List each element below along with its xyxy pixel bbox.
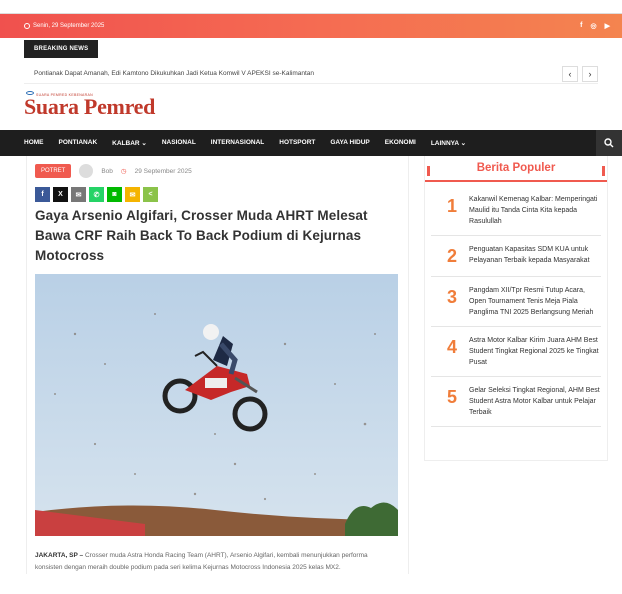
share-icon[interactable]: < (143, 187, 158, 202)
email-icon[interactable]: ✉ (71, 187, 86, 202)
breaking-news-label: BREAKING NEWS (24, 40, 99, 58)
list-item[interactable]: 5 Gelar Seleksi Tingkat Regional, AHM Bes… (431, 377, 601, 427)
news-ticker: Pontianak Dapat Amanah, Edi Kamtono Diku… (24, 64, 598, 84)
popular-headline[interactable]: Kakanwil Kemenag Kalbar: Memperingati Ma… (469, 194, 601, 227)
header-logo-area: SUARA PEMRED KEBENARAN Suara Pemred (0, 84, 622, 130)
site-logo[interactable]: SUARA PEMRED KEBENARAN Suara Pemred (24, 91, 156, 120)
social-links: f ◎ ▶ (580, 22, 610, 30)
list-item[interactable]: 1 Kakanwil Kemenag Kalbar: Memperingati M… (431, 186, 601, 236)
popular-headline[interactable]: Penguatan Kapasitas SDM KUA untuk Pelaya… (469, 244, 601, 268)
author-avatar (79, 164, 94, 178)
nav-item[interactable]: LAINNYA ⌄ (431, 139, 466, 147)
popular-list: 1 Kakanwil Kemenag Kalbar: Memperingati M… (425, 182, 607, 427)
header-accent-right (602, 166, 605, 176)
article-title: Gaya Arsenio Algifari, Crosser Muda AHRT… (35, 208, 368, 263)
caption-dateline: JAKARTA, SP – (35, 552, 84, 559)
top-bar: Senin, 29 September 2025 f ◎ ▶ (0, 14, 622, 38)
facebook-icon[interactable]: f (35, 187, 50, 202)
article: POTRET Bob ◷ 29 September 2025 f X ✉ ✆ ◙ ✉ < G… (26, 156, 409, 574)
nav-item[interactable]: EKONOMI (385, 139, 416, 147)
ticker-headline[interactable]: Pontianak Dapat Amanah, Edi Kamtono Diku… (24, 70, 314, 77)
clock-icon (24, 23, 30, 29)
article-date: 29 September 2025 (134, 167, 192, 175)
nav-item[interactable]: HOTSPORT (279, 139, 315, 147)
ticker-controls: ‹ › (562, 65, 598, 82)
rank-number: 3 (447, 287, 458, 307)
popular-headline[interactable]: Gelar Seleksi Tingkat Regional, AHM Best… (469, 385, 601, 418)
nav-item[interactable]: NASIONAL (162, 139, 196, 147)
author-name[interactable]: Bob (101, 168, 113, 175)
rank-number: 2 (447, 246, 458, 266)
chevron-left-icon[interactable]: ‹ (562, 65, 578, 82)
article-meta: POTRET Bob ◷ 29 September 2025 (35, 164, 398, 178)
nav-items: HOME PONTIANAK KALBAR ⌄ NASIONAL INTERNASION… (24, 139, 466, 147)
sms-icon[interactable]: ✉ (125, 187, 140, 202)
main-nav: HOME PONTIANAK KALBAR ⌄ NASIONAL INTERNASION… (0, 130, 622, 156)
share-buttons: f X ✉ ✆ ◙ ✉ < (35, 187, 398, 202)
list-item[interactable]: 2 Penguatan Kapasitas SDM KUA untuk Pelay… (431, 236, 601, 277)
logo-text: Suara Pemred (24, 94, 156, 119)
search-icon (604, 138, 614, 148)
header-accent-left (427, 166, 430, 176)
caption-body: Crosser muda Astra Honda Racing Team (AH… (35, 552, 368, 571)
nav-item[interactable]: GAYA HIDUP (330, 139, 369, 147)
whatsapp-icon[interactable]: ✆ (89, 187, 104, 202)
clock-icon: ◷ (120, 168, 127, 175)
line-icon[interactable]: ◙ (107, 187, 122, 202)
list-item[interactable]: 3 Pangdam XII/Tpr Resmi Tutup Acara, Open… (431, 277, 601, 327)
top-border (0, 0, 622, 14)
search-button[interactable] (596, 130, 622, 156)
article-photo (35, 274, 398, 536)
popular-headline[interactable]: Astra Motor Kalbar Kirim Juara AHM Best … (469, 335, 601, 368)
rank-number: 4 (447, 337, 458, 357)
date-display: Senin, 29 September 2025 (24, 23, 104, 29)
sidebar-title: Berita Populer (476, 162, 556, 174)
breaking-news-bar: BREAKING NEWS (24, 38, 598, 58)
youtube-icon[interactable]: ▶ (605, 22, 610, 30)
current-date: Senin, 29 September 2025 (33, 23, 105, 29)
sidebar-popular: Berita Populer 1 Kakanwil Kemenag Kalbar:… (424, 156, 608, 461)
motocross-photo (35, 274, 398, 536)
facebook-icon[interactable]: f (580, 22, 582, 30)
category-badge[interactable]: POTRET (35, 164, 72, 178)
eye-icon (26, 91, 34, 95)
nav-item[interactable]: INTERNASIONAL (211, 139, 264, 147)
nav-item[interactable]: PONTIANAK (59, 139, 98, 147)
page-content: POTRET Bob ◷ 29 September 2025 f X ✉ ✆ ◙ ✉ < G… (0, 156, 622, 574)
rank-number: 1 (447, 196, 458, 216)
sidebar-header: Berita Populer (425, 156, 607, 182)
logo-tagline: SUARA PEMRED KEBENARAN (36, 93, 93, 97)
nav-item[interactable]: HOME (24, 139, 44, 147)
list-item[interactable]: 4 Astra Motor Kalbar Kirim Juara AHM Best… (431, 327, 601, 377)
popular-headline[interactable]: Pangdam XII/Tpr Resmi Tutup Acara, Open … (469, 285, 601, 318)
photo-caption: JAKARTA, SP – Crosser muda Astra Honda R… (35, 550, 398, 574)
nav-item[interactable]: KALBAR ⌄ (112, 139, 147, 147)
instagram-icon[interactable]: ◎ (591, 22, 597, 30)
x-icon[interactable]: X (53, 187, 68, 202)
rank-number: 5 (447, 387, 458, 407)
chevron-right-icon[interactable]: › (582, 65, 598, 82)
